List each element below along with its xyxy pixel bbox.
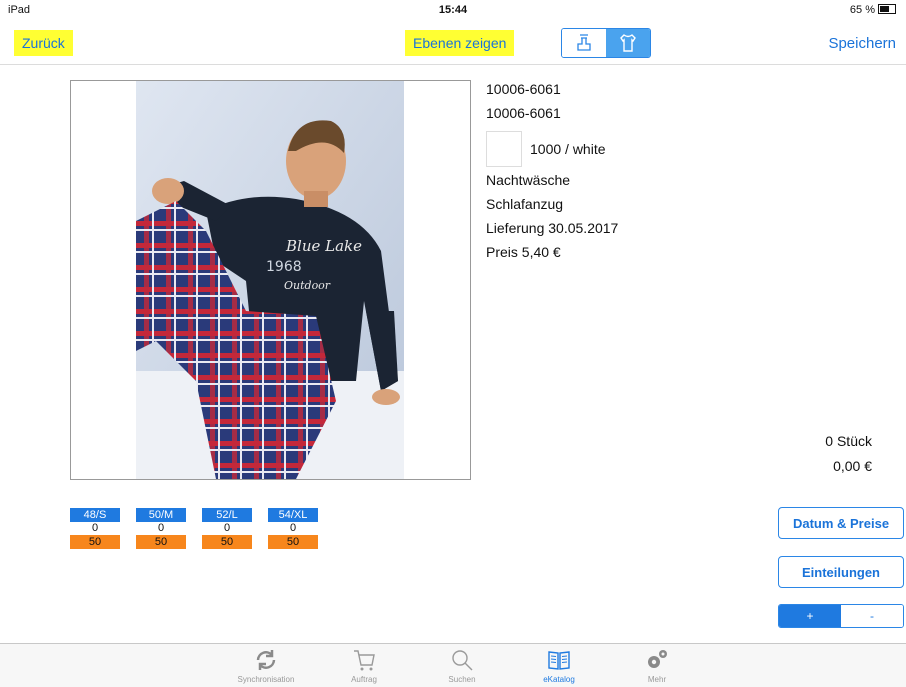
- size-column[interactable]: 54/XL 0 50: [268, 508, 318, 549]
- gears-icon: [648, 650, 667, 668]
- segment-shirt-view[interactable]: [606, 29, 650, 57]
- shirt-print-year: 1968: [266, 259, 302, 275]
- category-label: Nachtwäsche: [486, 172, 571, 188]
- status-bar: iPad ︎ 15:44 65 %: [0, 0, 906, 20]
- sync-icon: [256, 650, 276, 670]
- size-column[interactable]: 52/L 0 50: [202, 508, 252, 549]
- total-count: 0 Stück: [825, 433, 872, 449]
- color-label: 1000 / white: [530, 141, 606, 157]
- nav-bar: Zurück Ebenen zeigen Speichern: [0, 20, 906, 65]
- size-label: 52/L: [202, 508, 252, 522]
- decrement-button[interactable]: -: [841, 605, 903, 627]
- article-number: 10006-6061: [486, 81, 561, 97]
- size-column[interactable]: 50/M 0 50: [136, 508, 186, 549]
- tab-label: Auftrag: [351, 675, 377, 684]
- color-swatch[interactable]: [486, 131, 522, 167]
- tab-ekatalog[interactable]: eKatalog: [519, 647, 599, 684]
- size-quantity[interactable]: 0: [136, 522, 186, 535]
- battery-indicator: 65 %: [850, 4, 896, 16]
- size-column[interactable]: 48/S 0 50: [70, 508, 120, 549]
- size-label: 50/M: [136, 508, 186, 522]
- tab-synchronisation[interactable]: Synchronisation: [226, 647, 306, 684]
- view-segmented-control[interactable]: [561, 28, 651, 58]
- dates-prices-button[interactable]: Datum & Preise: [778, 507, 904, 539]
- size-quantity[interactable]: 0: [70, 522, 120, 535]
- size-stock: 50: [136, 535, 186, 549]
- article-number-secondary: 10006-6061: [486, 105, 561, 121]
- search-icon: [452, 650, 473, 671]
- shirt-print-title: Blue Lake: [285, 237, 362, 255]
- product-image-frame: Blue Lake 1968 Outdoor: [70, 80, 471, 480]
- segment-model-view[interactable]: [562, 29, 606, 57]
- size-label: 48/S: [70, 508, 120, 522]
- show-layers-button[interactable]: Ebenen zeigen: [405, 30, 515, 56]
- tab-label: Suchen: [448, 675, 476, 684]
- tab-mehr[interactable]: Mehr: [617, 647, 697, 684]
- clock: 15:44: [438, 4, 468, 16]
- size-quantity[interactable]: 0: [268, 522, 318, 535]
- size-quantity[interactable]: 0: [202, 522, 252, 535]
- save-button[interactable]: Speichern: [828, 35, 896, 52]
- increment-button[interactable]: +: [779, 605, 841, 627]
- total-amount: 0,00 €: [833, 458, 872, 474]
- tab-label: Synchronisation: [237, 675, 295, 684]
- type-label: Schlafanzug: [486, 196, 564, 212]
- battery-icon: [878, 4, 896, 14]
- size-stock: 50: [202, 535, 252, 549]
- tab-auftrag[interactable]: Auftrag: [324, 647, 404, 684]
- tab-label: eKatalog: [543, 675, 575, 684]
- shirt-icon: [620, 34, 636, 52]
- mannequin-icon: [577, 34, 591, 51]
- tab-suchen[interactable]: Suchen: [422, 647, 502, 684]
- cart-icon: [354, 650, 375, 671]
- product-info: 10006-6061 10006-6061 1000 / white Nacht…: [486, 80, 618, 267]
- size-grid: 48/S 0 50 50/M 0 50 52/L 0 50 54/XL 0 50: [70, 508, 334, 549]
- tab-bar: Synchronisation Auftrag Suchen eKatalog …: [0, 643, 906, 687]
- delivery-label: Lieferung 30.05.2017: [486, 220, 619, 236]
- price-label: Preis 5,40 €: [486, 244, 561, 260]
- size-label: 54/XL: [268, 508, 318, 522]
- back-button[interactable]: Zurück: [14, 30, 73, 56]
- shirt-print-sub: Outdoor: [284, 279, 331, 292]
- product-photo: Blue Lake 1968 Outdoor: [136, 81, 404, 479]
- book-icon: [548, 651, 570, 670]
- quantity-stepper[interactable]: + -: [778, 604, 904, 628]
- size-stock: 50: [70, 535, 120, 549]
- tab-label: Mehr: [647, 675, 667, 684]
- size-stock: 50: [268, 535, 318, 549]
- divisions-button[interactable]: Einteilungen: [778, 556, 904, 588]
- color-row[interactable]: 1000 / white: [486, 131, 618, 167]
